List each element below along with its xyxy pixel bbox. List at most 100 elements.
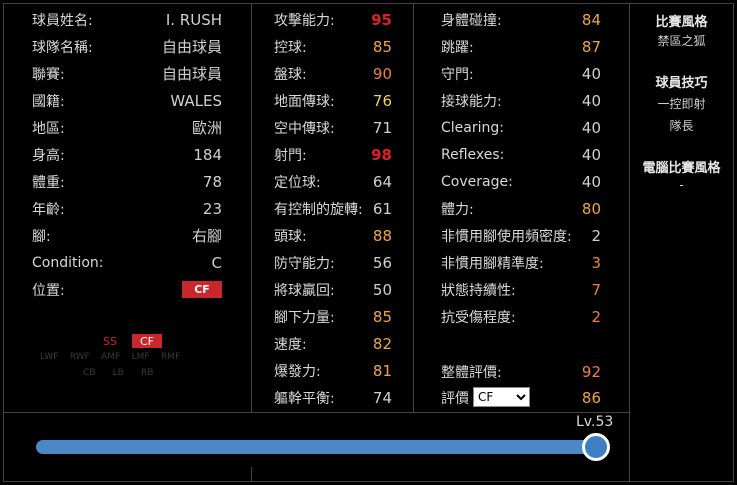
stat-value: WALES <box>170 91 222 110</box>
stat-row: 體力: 80 <box>441 195 601 222</box>
stat-value: 71 <box>372 118 392 137</box>
stat-row: 接球能力: 40 <box>441 87 601 114</box>
stat-value: 自由球員 <box>161 38 222 56</box>
column-divider <box>251 4 252 413</box>
stat-row: 速度: 82 <box>274 330 392 357</box>
stat-value: 82 <box>372 334 392 353</box>
stat-label: 地區: <box>32 120 65 137</box>
stat-row: 國籍: WALES <box>32 87 222 114</box>
stat-label: 射門: <box>274 147 307 164</box>
stat-value: 40 <box>581 91 601 110</box>
level-slider-track[interactable] <box>36 440 596 454</box>
skill-item: 一控即射 <box>657 97 706 111</box>
stat-label: 攻擊能力: <box>274 12 335 29</box>
stat-value: 40 <box>581 118 601 137</box>
stat-value: C <box>211 253 222 272</box>
overall-label: 整體評價: <box>441 364 502 381</box>
stat-label: 球員姓名: <box>32 12 93 29</box>
level-slider-thumb[interactable] <box>582 433 610 461</box>
stat-label: 守門: <box>441 66 474 83</box>
stat-row: Reflexes: 40 <box>441 141 601 168</box>
stat-value: 85 <box>372 37 392 56</box>
stat-label: 身高: <box>32 147 65 164</box>
stat-value: 右腳 <box>191 227 222 245</box>
stat-label: Coverage: <box>441 173 513 190</box>
skills-title: 球員技巧 <box>655 76 708 91</box>
play-style-value: 禁區之狐 <box>657 34 706 48</box>
stat-label: 國籍: <box>32 93 65 110</box>
stat-value: 90 <box>372 64 392 83</box>
stat-row: 狀態持續性: 7 <box>441 276 601 303</box>
stat-value: 88 <box>372 226 392 245</box>
stat-value: 40 <box>581 145 601 164</box>
column-divider <box>413 4 414 413</box>
stat-value: 56 <box>372 253 392 272</box>
overall-row: 整體評價: 92 <box>441 358 601 385</box>
stat-row: 身體碰撞: 84 <box>441 6 601 33</box>
stat-row: 聯賽: 自由球員 <box>32 60 222 87</box>
stat-value: 98 <box>371 145 392 164</box>
stat-value: 40 <box>581 64 601 83</box>
stat-row: Clearing: 40 <box>441 114 601 141</box>
stat-label: 地面傳球: <box>274 93 335 110</box>
stat-value: 87 <box>581 37 601 56</box>
stat-row: 定位球: 64 <box>274 168 392 195</box>
rating-position-select[interactable]: CF <box>473 387 530 407</box>
stat-row: 腳: 右腳 <box>32 222 222 249</box>
ai-style-value: - <box>679 178 684 192</box>
stat-label: 腳下力量: <box>274 309 335 326</box>
stat-value: 自由球員 <box>161 65 222 83</box>
stat-value: I. RUSH <box>165 10 222 29</box>
stat-row: 地面傳球: 76 <box>274 87 392 114</box>
stat-label: 腳: <box>32 228 51 245</box>
stat-row: 地區: 歐洲 <box>32 114 222 141</box>
stat-row: 抗受傷程度: 2 <box>441 303 601 330</box>
stat-value: 78 <box>202 172 222 191</box>
skill-item: 隊長 <box>669 119 694 133</box>
stat-label: Clearing: <box>441 119 504 136</box>
stat-label: 盤球: <box>274 66 307 83</box>
stat-label: 身體碰撞: <box>441 12 502 29</box>
stat-label: 位置: <box>32 282 65 299</box>
stat-row: 跳躍: 87 <box>441 33 601 60</box>
stat-value: 85 <box>372 307 392 326</box>
stat-value: 50 <box>372 280 392 299</box>
stat-row: Condition: C <box>32 249 222 276</box>
stat-label: 頭球: <box>274 228 307 245</box>
stat-row: 軀幹平衡: 74 <box>274 384 392 411</box>
stat-value: 61 <box>372 199 392 218</box>
stat-row: 空中傳球: 71 <box>274 114 392 141</box>
stat-label: 接球能力: <box>441 93 502 110</box>
position-badge: CF <box>182 281 222 298</box>
stat-label: 聯賽: <box>32 66 65 83</box>
stat-value: 84 <box>581 10 601 29</box>
stat-row: 爆發力: 81 <box>274 357 392 384</box>
ai-style-title: 電腦比賽風格 <box>642 161 721 176</box>
position-map-faint: CB LB RB <box>83 368 154 378</box>
stat-label: 空中傳球: <box>274 120 335 137</box>
stat-label: 將球贏回: <box>274 282 335 299</box>
stat-label: 爆發力: <box>274 363 321 380</box>
overall-value: 92 <box>581 362 601 381</box>
stat-row: 守門: 40 <box>441 60 601 87</box>
position-map-ss: SS <box>103 334 117 348</box>
stat-label: 球隊名稱: <box>32 39 93 56</box>
stat-value: 74 <box>372 388 392 407</box>
stat-value: 2 <box>591 307 601 326</box>
rating-value: 86 <box>581 388 601 407</box>
stat-row: 射門: 98 <box>274 141 392 168</box>
stat-row: 非慣用腳使用頻密度: 2 <box>441 222 601 249</box>
stat-label: 有控制的旋轉: <box>274 201 363 218</box>
stat-row: 位置: CF <box>32 276 222 303</box>
stat-value: 2 <box>591 226 601 245</box>
stat-row: 腳下力量: 85 <box>274 303 392 330</box>
stat-label: Reflexes: <box>441 146 505 163</box>
stat-label: 體力: <box>441 201 474 218</box>
play-style-title: 比賽風格 <box>655 15 708 30</box>
stat-row: 非慣用腳精準度: 3 <box>441 249 601 276</box>
stat-row: 體重: 78 <box>32 168 222 195</box>
stat-label: 跳躍: <box>441 39 474 56</box>
stat-label: 非慣用腳精準度: <box>441 255 544 272</box>
stat-label: 軀幹平衡: <box>274 390 335 407</box>
stat-label: 速度: <box>274 336 307 353</box>
